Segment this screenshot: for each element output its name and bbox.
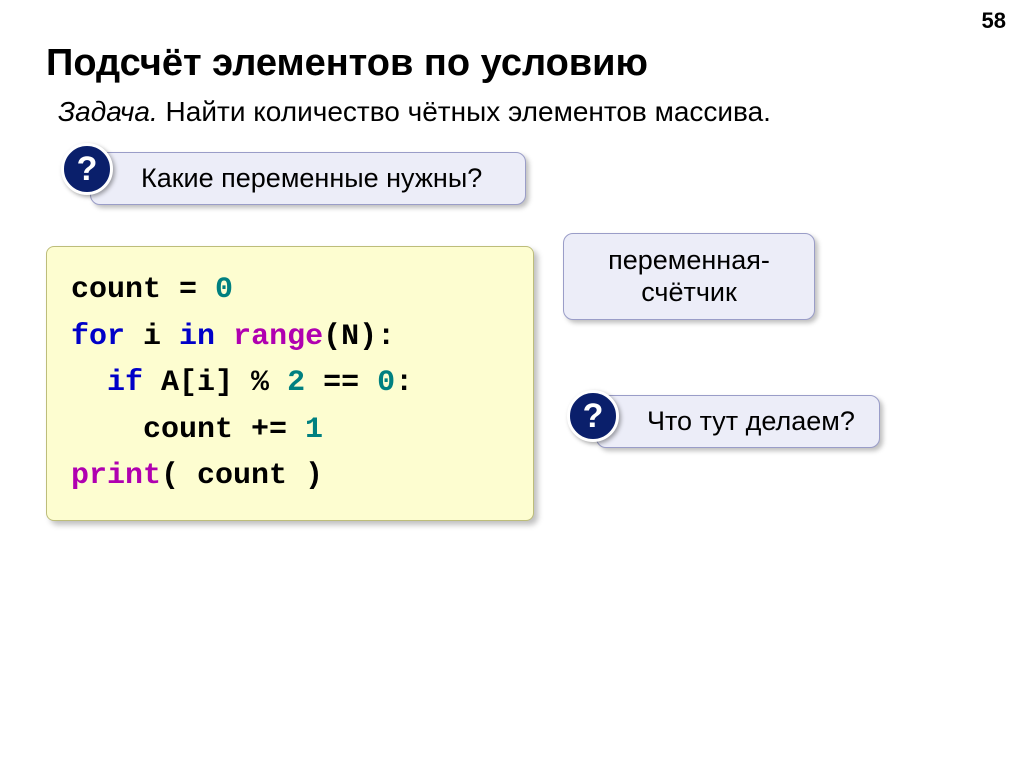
question-mark-icon: ? (61, 143, 113, 195)
task-statement: Задача. Найти количество чётных элементо… (58, 96, 771, 128)
code-indent (71, 366, 107, 400)
callout-text: Какие переменные нужны? (141, 163, 482, 193)
code-token (215, 320, 233, 354)
task-label: Задача. (58, 96, 158, 127)
slide-title: Подсчёт элементов по условию (46, 42, 648, 85)
code-number: 0 (215, 273, 233, 307)
code-token: : (395, 366, 413, 400)
question-mark-icon: ? (567, 390, 619, 442)
code-func-print: print (71, 459, 161, 493)
code-number: 1 (305, 413, 323, 447)
code-token: count += (71, 413, 305, 447)
callout-counter-variable: переменная- счётчик (563, 233, 815, 320)
code-keyword-for: for (71, 320, 125, 354)
task-text: Найти количество чётных элементов массив… (158, 96, 771, 127)
code-token: i (125, 320, 179, 354)
callout-question-what-doing: ? Что тут делаем? (596, 395, 880, 448)
code-token: ( count ) (161, 459, 323, 493)
code-token: == (305, 366, 377, 400)
code-keyword-if: if (107, 366, 143, 400)
code-func-range: range (233, 320, 323, 354)
page-number: 58 (982, 8, 1006, 34)
callout-question-variables: ? Какие переменные нужны? (90, 152, 526, 205)
code-token: A[i] % (143, 366, 287, 400)
callout-text: Что тут делаем? (647, 406, 855, 436)
code-block: count = 0 for i in range(N): if A[i] % 2… (46, 246, 534, 521)
code-token: count = (71, 273, 215, 307)
callout-line1: переменная- (608, 245, 770, 275)
callout-line2: счётчик (641, 277, 737, 307)
code-number: 0 (377, 366, 395, 400)
code-number: 2 (287, 366, 305, 400)
code-token: (N): (323, 320, 395, 354)
code-keyword-in: in (179, 320, 215, 354)
